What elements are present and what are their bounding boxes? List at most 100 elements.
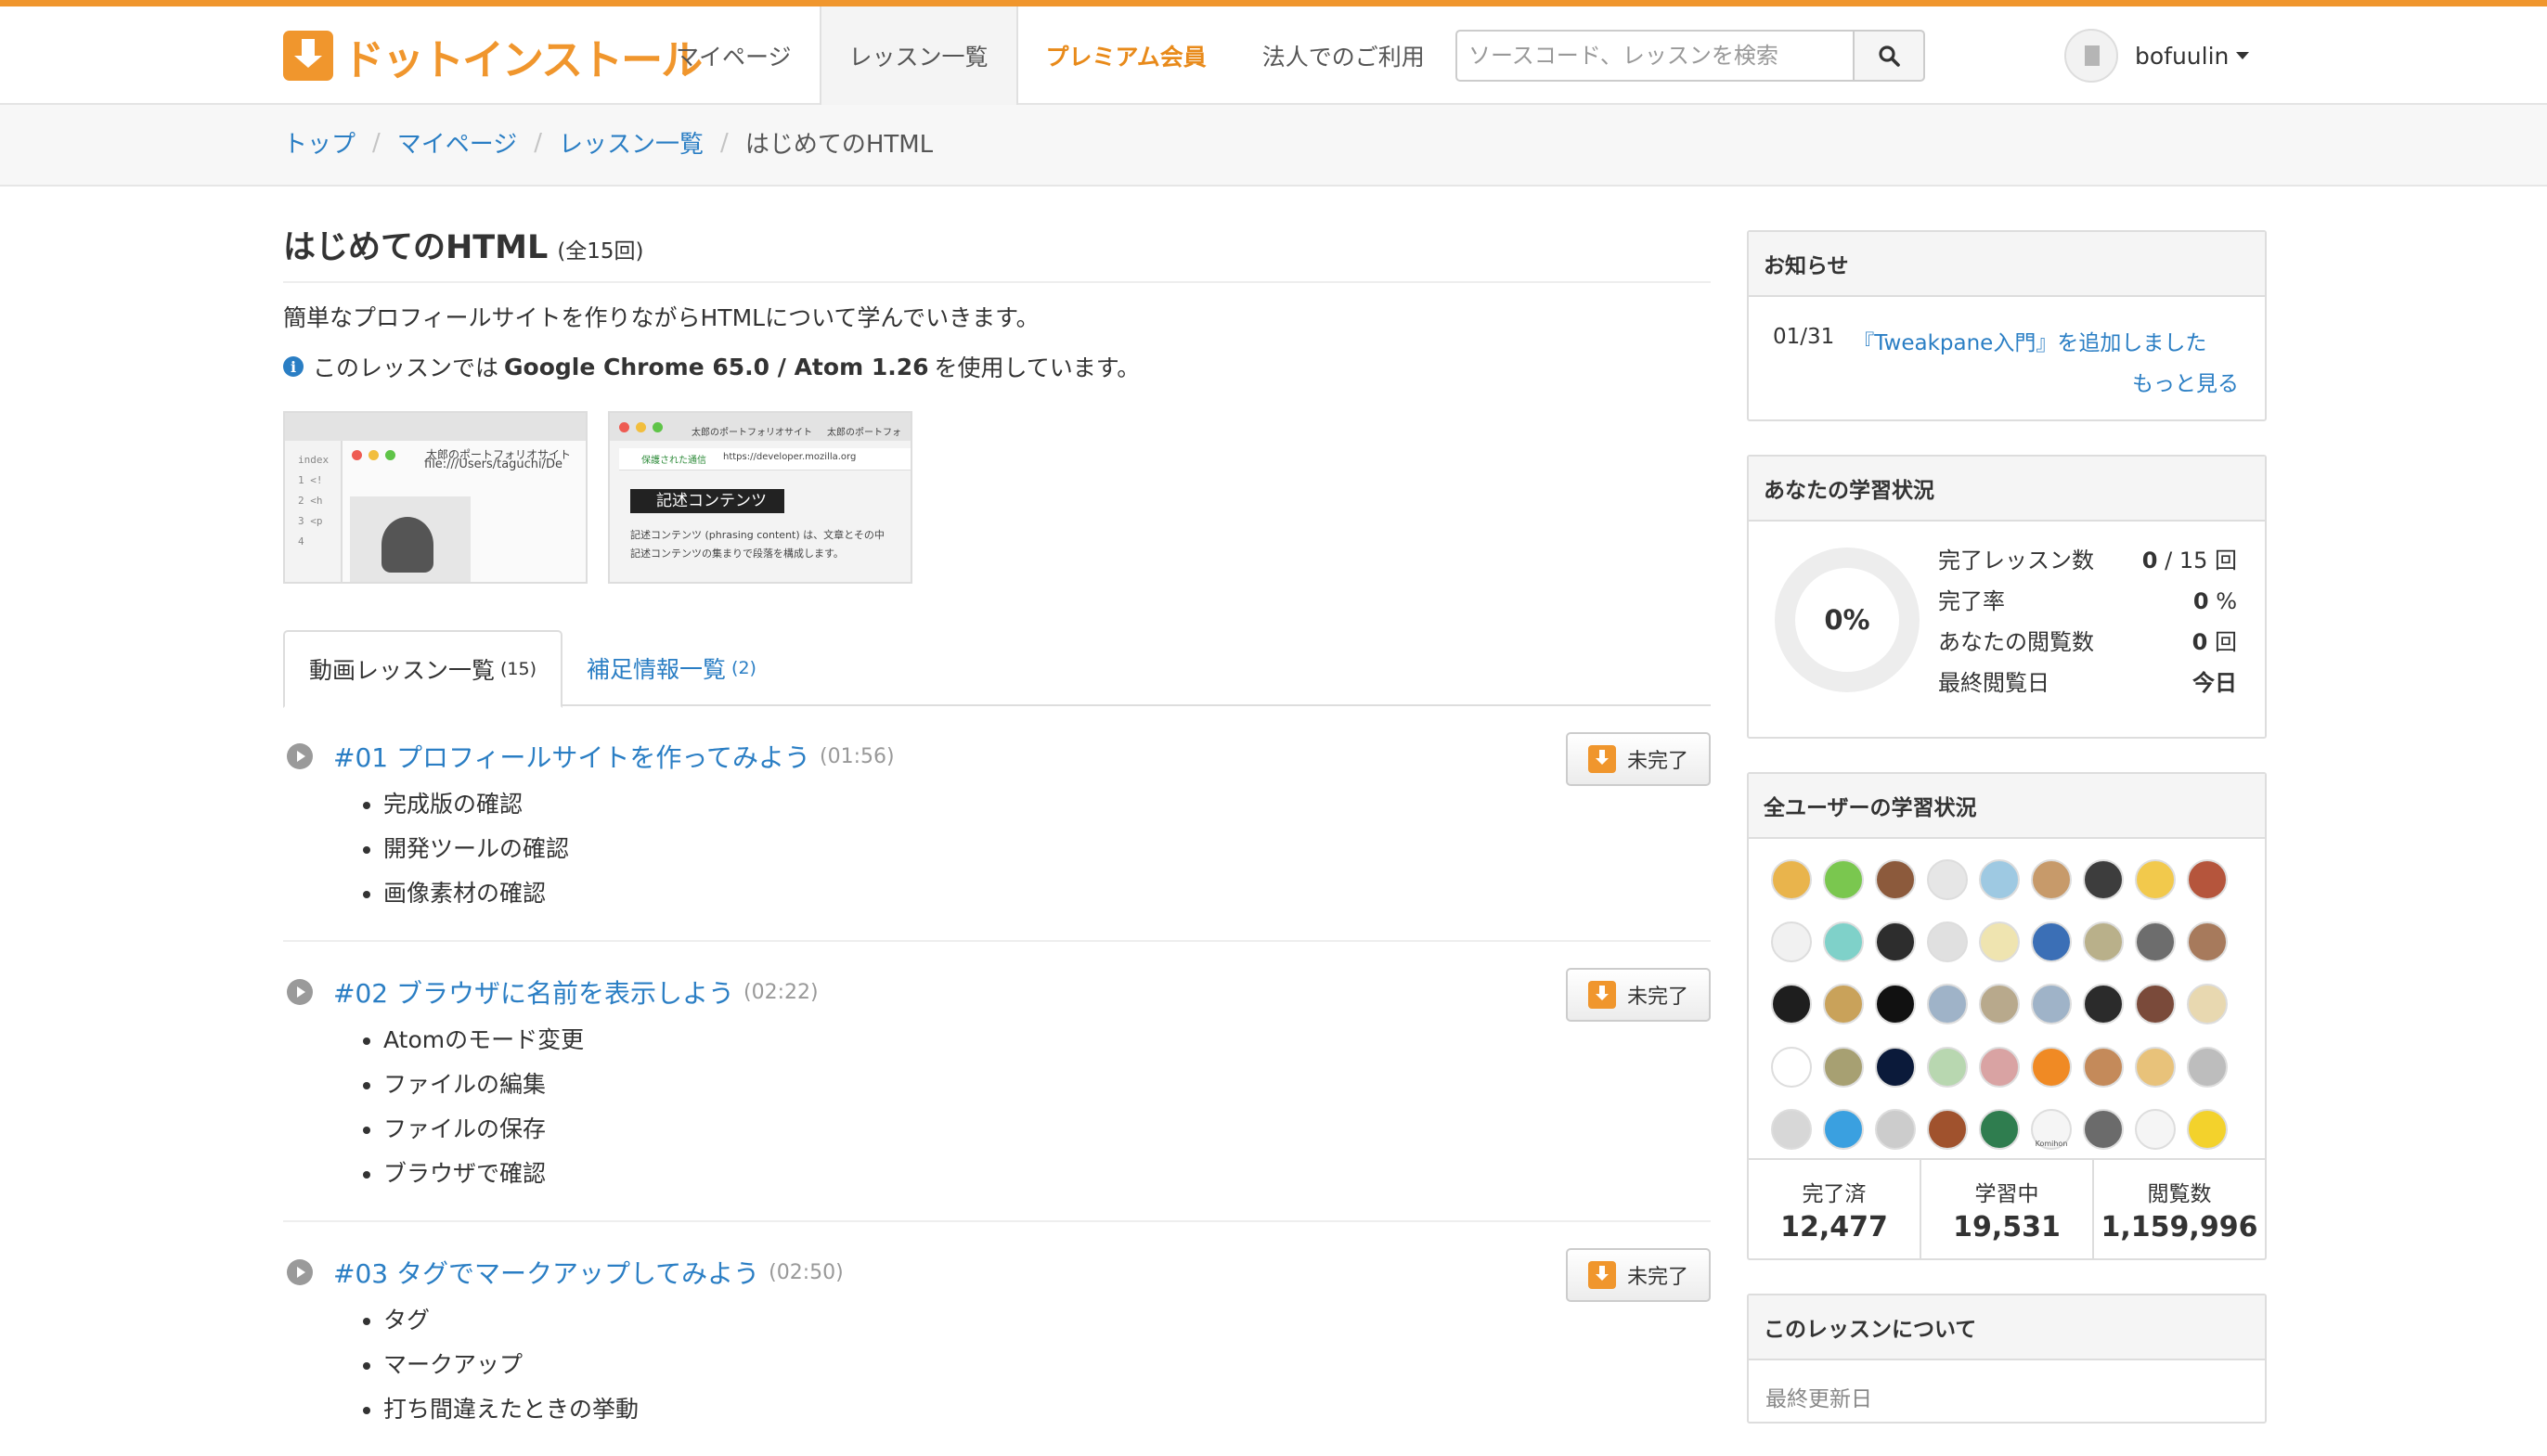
incomplete-button[interactable]: 未完了 xyxy=(1566,1248,1711,1302)
incomplete-button[interactable]: 未完了 xyxy=(1566,968,1711,1022)
user-avatar[interactable] xyxy=(2083,921,2124,963)
user-avatar[interactable] xyxy=(1875,859,1916,900)
window-dots xyxy=(352,450,395,460)
tab-supplementary-info[interactable]: 補足情報一覧 (2) xyxy=(562,630,781,706)
user-avatar[interactable] xyxy=(2031,859,2072,900)
breadcrumb-top[interactable]: トップ xyxy=(283,125,356,160)
user-avatar[interactable] xyxy=(2187,1046,2228,1088)
user-avatar[interactable] xyxy=(1823,1108,1864,1150)
user-avatar[interactable] xyxy=(2187,984,2228,1025)
breadcrumb-lessons[interactable]: レッスン一覧 xyxy=(559,125,704,160)
total-views: 閲覧数 1,159,996 xyxy=(2101,1181,2258,1243)
user-avatar[interactable] xyxy=(1927,921,1968,963)
user-avatar[interactable] xyxy=(2083,1108,2124,1150)
user-avatar[interactable] xyxy=(2031,1046,2072,1088)
user-avatar[interactable] xyxy=(2031,921,2072,963)
nav-business[interactable]: 法人でのご利用 xyxy=(1235,6,1453,105)
user-avatar[interactable] xyxy=(2135,1108,2176,1150)
page-title: はじめてのHTML xyxy=(283,229,549,266)
user-avatar[interactable] xyxy=(1875,921,1916,963)
info-suffix: を使用しています。 xyxy=(934,354,1141,381)
info-icon: i xyxy=(283,356,304,377)
preview-thumbnail-2[interactable]: 太郎のポートフォリオサイト 太郎のポートフォ 保護された通信 https://d… xyxy=(608,411,912,584)
thumb-heading: 記述コンテンツ xyxy=(630,489,784,513)
title-row: はじめてのHTML (全15回) xyxy=(283,221,1711,283)
user-avatar[interactable] xyxy=(2187,859,2228,900)
nav-lessons[interactable]: レッスン一覧 xyxy=(819,6,1018,105)
user-avatar[interactable] xyxy=(2187,1108,2228,1150)
user-avatar[interactable] xyxy=(1979,859,2020,900)
nav-premium[interactable]: プレミアム会員 xyxy=(1018,6,1235,105)
user-avatar[interactable] xyxy=(1771,1108,1812,1150)
news-panel: お知らせ 01/31 『Tweakpane入門』を追加しました もっと見る xyxy=(1747,230,2267,421)
lesson-duration: (01:56) xyxy=(820,744,895,768)
user-avatar[interactable] xyxy=(2135,1046,2176,1088)
user-avatar[interactable] xyxy=(1771,859,1812,900)
user-avatar[interactable] xyxy=(2135,859,2176,900)
stat-row: 完了レッスン数 0 / 15 回 xyxy=(1938,548,2237,573)
lesson-title-link[interactable]: #01 プロフィールサイトを作ってみよう xyxy=(333,738,810,775)
chevron-down-icon xyxy=(2236,52,2250,59)
site-logo[interactable]: ドットインストール xyxy=(283,27,703,84)
user-avatar[interactable] xyxy=(2083,984,2124,1025)
lesson-description: 簡単なプロフィールサイトを作りながらHTMLについて学んでいきます。 xyxy=(283,304,1040,331)
user-avatar[interactable] xyxy=(2083,1046,2124,1088)
nav-mypage[interactable]: マイページ xyxy=(648,6,820,105)
user-avatar[interactable] xyxy=(1979,1046,2020,1088)
user-avatar[interactable] xyxy=(1771,1046,1812,1088)
user-avatar[interactable] xyxy=(2135,984,2176,1025)
news-more-link[interactable]: もっと見る xyxy=(2132,372,2239,396)
lesson-title-link[interactable]: #02 ブラウザに名前を表示しよう xyxy=(333,973,734,1011)
user-avatar[interactable] xyxy=(2187,921,2228,963)
user-avatar[interactable] xyxy=(1771,921,1812,963)
user-avatar[interactable] xyxy=(1927,984,1968,1025)
user-avatar[interactable]: Komihon xyxy=(2031,1108,2072,1150)
user-avatar[interactable] xyxy=(1927,1046,1968,1088)
lesson-title-link[interactable]: #03 タグでマークアップしてみよう xyxy=(333,1254,759,1291)
breadcrumb-mypage[interactable]: マイページ xyxy=(397,125,517,160)
user-avatar[interactable] xyxy=(1771,984,1812,1025)
play-icon[interactable] xyxy=(287,1259,313,1285)
lesson-item: #01 プロフィールサイトを作ってみよう (01:56) 完成版の確認 開発ツー… xyxy=(283,706,1711,942)
user-avatar[interactable] xyxy=(1979,1108,2020,1150)
lesson-topic: ファイルの編集 xyxy=(383,1063,1711,1107)
breadcrumb-separator: / xyxy=(534,128,543,157)
lesson-topic: 完成版の確認 xyxy=(383,782,1711,827)
user-avatar[interactable] xyxy=(2031,984,2072,1025)
preview-thumbnail-1[interactable]: index 1 <! 2 <h 3 <p 4 太郎のポートフォリオサイト fil… xyxy=(283,411,588,584)
search-button[interactable] xyxy=(1853,30,1925,82)
lesson-topic: ファイルの保存 xyxy=(383,1107,1711,1152)
play-icon[interactable] xyxy=(287,743,313,769)
user-menu[interactable]: bofuulin xyxy=(2064,27,2250,84)
play-icon[interactable] xyxy=(287,979,313,1005)
breadcrumb-bar: トップ / マイページ / レッスン一覧 / はじめてのHTML xyxy=(0,105,2547,187)
user-avatar[interactable] xyxy=(1979,921,2020,963)
user-avatar[interactable] xyxy=(1875,1108,1916,1150)
user-avatar[interactable] xyxy=(1979,984,2020,1025)
stat-row: 完了率 0 % xyxy=(1938,588,2237,614)
stat-row: あなたの閲覧数 0 回 xyxy=(1938,629,2237,655)
lesson-duration: (02:22) xyxy=(743,980,819,1004)
news-link[interactable]: 『Tweakpane入門』を追加しました xyxy=(1853,325,2206,356)
username: bofuulin xyxy=(2135,42,2230,70)
tab-video-lessons[interactable]: 動画レッスン一覧 (15) xyxy=(283,630,563,708)
user-avatar[interactable] xyxy=(2083,859,2124,900)
about-heading: このレッスンについて xyxy=(1749,1295,2265,1360)
news-date: 01/31 xyxy=(1773,325,1835,349)
incomplete-button[interactable]: 未完了 xyxy=(1566,732,1711,786)
user-avatar[interactable] xyxy=(1823,859,1864,900)
user-avatar[interactable] xyxy=(1823,1046,1864,1088)
user-avatar[interactable] xyxy=(1927,1108,1968,1150)
user-avatar[interactable] xyxy=(1875,1046,1916,1088)
user-avatar[interactable] xyxy=(2135,921,2176,963)
total-learning: 学習中 19,531 xyxy=(1921,1160,2094,1258)
user-avatar[interactable] xyxy=(1927,859,1968,900)
user-avatar[interactable] xyxy=(1823,984,1864,1025)
user-avatar[interactable] xyxy=(1823,921,1864,963)
my-status-heading: あなたの学習状況 xyxy=(1749,457,2265,522)
main-content: はじめてのHTML (全15回) 簡単なプロフィールサイトを作りながらHTMLに… xyxy=(283,221,1711,1456)
breadcrumb: トップ / マイページ / レッスン一覧 / はじめてのHTML xyxy=(283,125,933,160)
user-avatar[interactable] xyxy=(1875,984,1916,1025)
search-input[interactable] xyxy=(1455,30,1853,82)
lesson-topic: マークアップ xyxy=(383,1343,1711,1387)
